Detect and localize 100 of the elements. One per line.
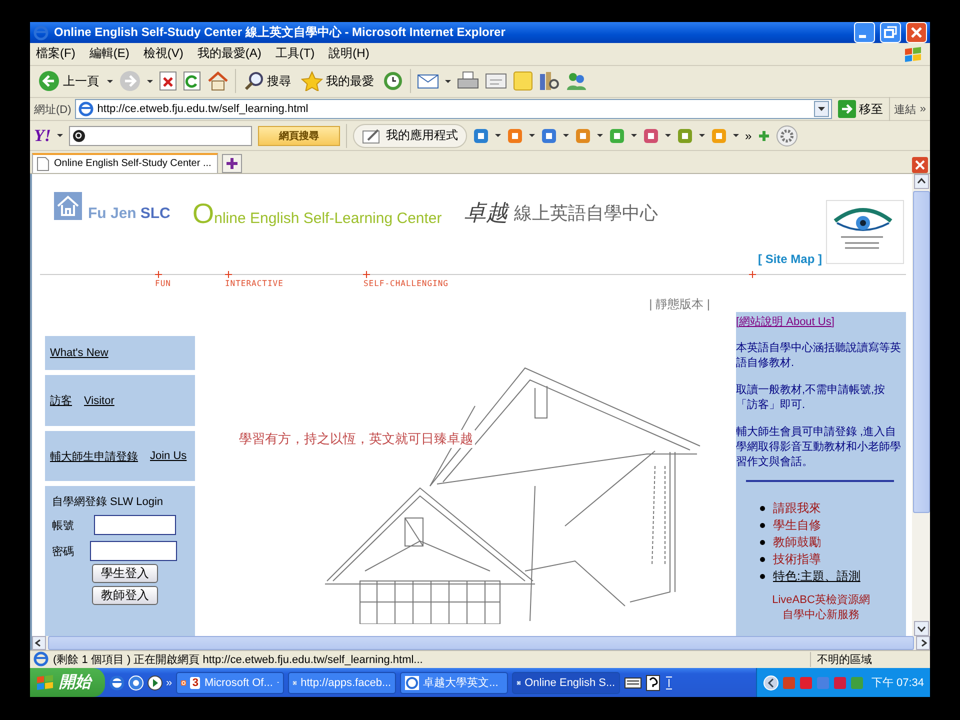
web-search-button[interactable]: 網頁搜尋 — [258, 126, 340, 146]
help-icon[interactable] — [646, 674, 660, 690]
back-circle-icon[interactable] — [763, 674, 780, 690]
ie-icon — [405, 676, 420, 690]
app-icon[interactable] — [643, 128, 659, 144]
site-map-link[interactable]: [ Site Map ] — [758, 252, 822, 266]
caret-icon[interactable] — [665, 134, 671, 138]
history-icon[interactable] — [382, 70, 404, 92]
taskbar-button[interactable]: http://apps.faceb... — [288, 672, 396, 694]
caret-icon[interactable] — [631, 134, 637, 138]
app-icon[interactable] — [473, 128, 489, 144]
tagline: SELF-CHALLENGING — [363, 278, 448, 288]
search-field[interactable] — [69, 126, 252, 146]
people-icon[interactable] — [565, 71, 587, 92]
taskbar-button[interactable]: 卓越大學英文... — [400, 672, 508, 694]
login-title: 自學網登錄 SLW Login — [52, 495, 164, 510]
chevron[interactable]: » — [920, 103, 926, 116]
edit-icon[interactable] — [485, 72, 507, 90]
ie-icon — [33, 24, 49, 41]
sidebar-link[interactable]: What's New — [50, 347, 108, 360]
address-field[interactable]: http://ce.etweb.fju.edu.tw/self_learning.html — [75, 99, 832, 120]
refresh-icon[interactable] — [183, 71, 201, 92]
chevron[interactable]: » — [745, 128, 752, 143]
menu-link[interactable]: 特色:主題、語測 — [773, 568, 860, 585]
taskbar-button[interactable]: Online English S... — [512, 672, 620, 694]
menu-item[interactable]: 編輯(E) — [89, 45, 130, 62]
yahoo-logo[interactable]: Y! — [34, 126, 51, 146]
app-icon[interactable] — [609, 128, 625, 144]
tagline: FUN — [155, 278, 171, 288]
search-button[interactable]: 搜尋 — [242, 69, 293, 94]
login-button[interactable]: 學生登入 — [92, 564, 158, 584]
about-link[interactable]: [網站說明 About Us] — [736, 316, 834, 328]
menu-link[interactable]: 學生自修 — [773, 516, 821, 534]
menu-item[interactable]: 檢視(V) — [143, 45, 184, 62]
menu-link[interactable]: 技術指導 — [773, 550, 821, 568]
login-button[interactable]: 教師登入 — [92, 586, 158, 606]
input-field[interactable] — [94, 515, 176, 536]
menu-link[interactable]: 請跟我來 — [773, 500, 821, 517]
caret-icon[interactable] — [699, 134, 705, 138]
ie-icon[interactable] — [109, 674, 125, 690]
chevron[interactable]: » — [166, 676, 172, 688]
home-icon[interactable] — [207, 71, 229, 92]
sidebar-link[interactable]: Join Us — [150, 450, 187, 462]
caret-icon[interactable] — [733, 134, 739, 138]
static-version-link[interactable]: | 靜態版本 | — [32, 296, 912, 312]
minimize-icon[interactable] — [854, 22, 875, 44]
mail-icon[interactable] — [417, 72, 439, 90]
app-icon[interactable] — [507, 128, 523, 144]
apps-button[interactable]: 我的應用程式 — [353, 124, 467, 148]
back-button[interactable]: 上一頁 — [36, 68, 101, 94]
field-label: 帳號 — [52, 518, 74, 533]
keyboard-icon[interactable] — [624, 676, 642, 690]
close-tab-icon[interactable] — [912, 156, 928, 173]
scroll-down-icon — [914, 620, 928, 636]
new-tab-icon[interactable] — [222, 154, 242, 173]
caret-icon[interactable] — [495, 134, 501, 138]
vertical-scrollbar[interactable] — [912, 174, 930, 636]
menu-item[interactable]: 我的最愛(A) — [197, 45, 262, 62]
caret-icon[interactable] — [147, 80, 153, 83]
news-link[interactable]: 自學中心新服務 — [736, 608, 906, 623]
zone-text: 不明的區域 — [810, 652, 927, 667]
windows-flag-icon — [902, 44, 924, 63]
menu-link[interactable]: 教師鼓勵 — [773, 534, 821, 551]
news-link[interactable]: LiveABC英檢資源網 — [736, 592, 906, 608]
app-icon[interactable] — [575, 128, 591, 144]
gear-icon[interactable] — [776, 124, 798, 147]
clock: 下午 07:34 — [871, 676, 924, 690]
go-button[interactable]: 移至 — [836, 98, 885, 120]
plus-icon[interactable] — [758, 130, 770, 142]
caret-icon[interactable] — [563, 134, 569, 138]
close-icon[interactable] — [906, 22, 927, 44]
menu-item[interactable]: 工具(T) — [275, 45, 315, 62]
caret-icon[interactable] — [107, 80, 113, 83]
bullet-icon — [760, 556, 765, 562]
caret-icon[interactable] — [529, 134, 535, 138]
restore-icon[interactable] — [880, 22, 901, 44]
caret-icon[interactable] — [597, 134, 603, 138]
app-icon[interactable] — [677, 128, 693, 144]
caret-icon[interactable] — [57, 134, 63, 138]
sidebar-link[interactable]: Visitor — [84, 394, 114, 407]
sidebar-link[interactable]: 輔大師生申請登錄 — [50, 448, 138, 464]
stop-icon[interactable] — [159, 71, 177, 92]
favorites-button[interactable]: 我的最愛 — [299, 69, 376, 94]
caret-icon[interactable] — [445, 80, 451, 83]
taskbar-button[interactable]: 3 Microsoft Of... — [176, 672, 284, 694]
input-field[interactable] — [90, 541, 177, 562]
app-icon[interactable] — [541, 128, 557, 144]
media-player-icon[interactable] — [147, 674, 163, 690]
printer-icon[interactable] — [457, 71, 479, 92]
menu-item[interactable]: 檔案(F) — [36, 45, 76, 62]
windows-flag-icon — [36, 674, 54, 690]
browser-tab[interactable]: Online English Self-Study Center ... — [32, 152, 218, 173]
sidebar-link[interactable]: 訪客 — [50, 393, 72, 408]
bullet-icon — [760, 522, 765, 528]
search-icon — [73, 130, 85, 142]
menu-item[interactable]: 說明(H) — [328, 45, 370, 62]
info-text: 輔大師生會員可申請登錄 ,進入自學網取得影音互動教材和小老師學習作文與會話。 — [736, 424, 902, 470]
books-icon[interactable] — [539, 71, 559, 92]
horizontal-scrollbar[interactable] — [30, 636, 930, 650]
links-label[interactable]: 連結 — [894, 102, 916, 117]
